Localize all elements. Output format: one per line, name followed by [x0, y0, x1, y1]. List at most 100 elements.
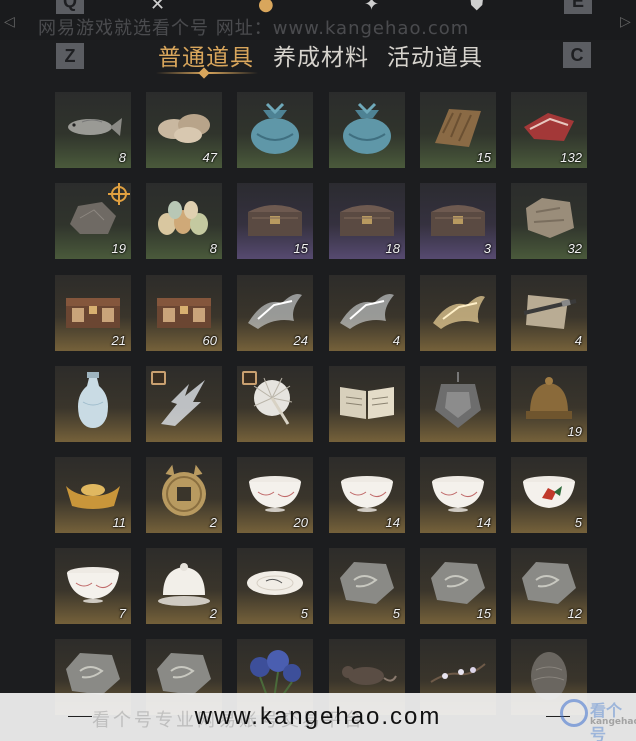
stone-carving-icon: [518, 558, 580, 608]
cross-swords-icon[interactable]: ✕: [150, 0, 165, 15]
lidded-bowl-icon: [153, 559, 215, 607]
item-count: 5: [300, 606, 308, 621]
item-count: 8: [209, 241, 217, 256]
inventory-slot[interactable]: [420, 275, 496, 351]
inventory-slot[interactable]: 15: [420, 92, 496, 168]
top-bar: Q E ✕ ● ✦ ⛊ ◁ ▷ 网易游戏就选看个号 网址：www.kangeha…: [0, 0, 636, 40]
inventory-slot[interactable]: 15: [237, 183, 313, 259]
inventory-slot[interactable]: 11: [55, 457, 131, 533]
watermark-logo: 看个号 kangehao.com: [560, 693, 636, 741]
rooster-bowl-icon: [518, 472, 580, 512]
inventory-slot[interactable]: 2: [146, 548, 222, 624]
porcelain-bowl-icon: [244, 472, 306, 512]
inventory-slot[interactable]: 20: [237, 457, 313, 533]
inventory-slot[interactable]: 47: [146, 92, 222, 168]
inventory-slot[interactable]: 3: [420, 183, 496, 259]
item-count: 8: [118, 150, 126, 165]
cloth-pouch-icon: [337, 98, 397, 156]
item-count: 20: [293, 515, 308, 530]
inventory-slot[interactable]: 12: [511, 548, 587, 624]
item-count: 15: [476, 150, 491, 165]
treasure-chest-icon: [336, 198, 398, 238]
item-count: 32: [567, 241, 582, 256]
inventory-slot[interactable]: 60: [146, 275, 222, 351]
item-count: 21: [111, 333, 126, 348]
left-arrow-icon: ◁: [4, 14, 15, 30]
cloth-pouch-icon: [245, 98, 305, 156]
inventory-slot[interactable]: [329, 92, 405, 168]
item-count: 15: [476, 606, 491, 621]
item-count: 12: [567, 606, 582, 621]
ornate-chest-icon: [153, 290, 215, 330]
plum-branch-icon: [427, 652, 489, 696]
key-hint-e[interactable]: E: [564, 0, 592, 14]
inventory-slot[interactable]: [146, 366, 222, 442]
inventory-tabs: 普通道具 养成材料 活动道具: [0, 38, 636, 79]
treasure-chest-icon: [244, 198, 306, 238]
inventory-slot[interactable]: 19: [55, 183, 131, 259]
inventory-slot[interactable]: 8: [55, 92, 131, 168]
item-count: 47: [202, 150, 217, 165]
ore-rock-icon: [66, 198, 120, 238]
stone-carving-icon: [336, 558, 398, 608]
ornate-chest-icon: [62, 290, 124, 330]
inventory-slot[interactable]: 5: [329, 548, 405, 624]
item-count: 4: [574, 333, 582, 348]
item-count: 19: [567, 424, 582, 439]
item-count: 11: [112, 515, 127, 530]
treasure-chest-icon: [427, 198, 489, 238]
hanging-token-icon: [431, 370, 485, 432]
item-count: 14: [385, 515, 400, 530]
watermark-bottom: www.kangehao.com: [194, 703, 442, 730]
item-count: 60: [202, 333, 217, 348]
stone-carving-icon: [427, 558, 489, 608]
item-count: 14: [476, 515, 491, 530]
inventory-slot[interactable]: 2: [146, 457, 222, 533]
inventory-slot[interactable]: 8: [146, 183, 222, 259]
shield-icon[interactable]: ⛊: [470, 0, 484, 15]
porcelain-bowl-icon: [62, 563, 124, 603]
inventory-slot[interactable]: 7: [55, 548, 131, 624]
porcelain-bowl-icon: [336, 472, 398, 512]
inventory-slot[interactable]: 132: [511, 92, 587, 168]
inventory-slot[interactable]: [55, 366, 131, 442]
item-count: 132: [560, 150, 582, 165]
item-count: 2: [209, 515, 217, 530]
tab-cultivation-materials[interactable]: 养成材料: [273, 38, 369, 72]
inventory-slot[interactable]: 32: [511, 183, 587, 259]
right-arrow-icon: ▷: [620, 14, 631, 30]
inventory-slot[interactable]: 19: [511, 366, 587, 442]
inventory-slot[interactable]: [329, 366, 405, 442]
tab-common-items[interactable]: 普通道具: [158, 38, 254, 72]
porcelain-vase-icon: [73, 370, 113, 432]
inventory-slot[interactable]: 4: [329, 275, 405, 351]
inventory-slot[interactable]: 5: [237, 548, 313, 624]
tab-event-items[interactable]: 活动道具: [387, 38, 483, 72]
golden-spirit-icon: [427, 287, 489, 333]
open-book-icon: [336, 379, 398, 423]
inventory-slot[interactable]: 5: [511, 457, 587, 533]
inventory-slot[interactable]: 14: [329, 457, 405, 533]
inventory-slot[interactable]: 14: [420, 457, 496, 533]
inventory-slot[interactable]: 15: [420, 548, 496, 624]
bag-icon[interactable]: ●: [258, 0, 274, 15]
inventory-slot[interactable]: [420, 366, 496, 442]
inventory-slot[interactable]: 18: [329, 183, 405, 259]
key-hint-q[interactable]: Q: [56, 0, 84, 14]
inventory-slot[interactable]: 24: [237, 275, 313, 351]
feather-icon[interactable]: ✦: [364, 0, 379, 15]
oyster-icon: [154, 107, 214, 147]
item-count: 3: [483, 241, 491, 256]
watermark-top: 网易游戏就选看个号 网址：www.kangehao.com: [38, 18, 470, 39]
inventory-slot[interactable]: 21: [55, 275, 131, 351]
stone-carving-icon: [62, 649, 124, 699]
item-count: 7: [118, 606, 126, 621]
event-tag-icon: [151, 371, 166, 385]
inventory-slot[interactable]: [237, 92, 313, 168]
spirit-crystal-icon: [336, 287, 398, 333]
logo-subtext: kangehao.com: [590, 717, 636, 727]
inventory-slot[interactable]: [237, 366, 313, 442]
inventory-slot[interactable]: 4: [511, 275, 587, 351]
item-count: 18: [385, 241, 400, 256]
eggs-icon: [153, 198, 215, 238]
